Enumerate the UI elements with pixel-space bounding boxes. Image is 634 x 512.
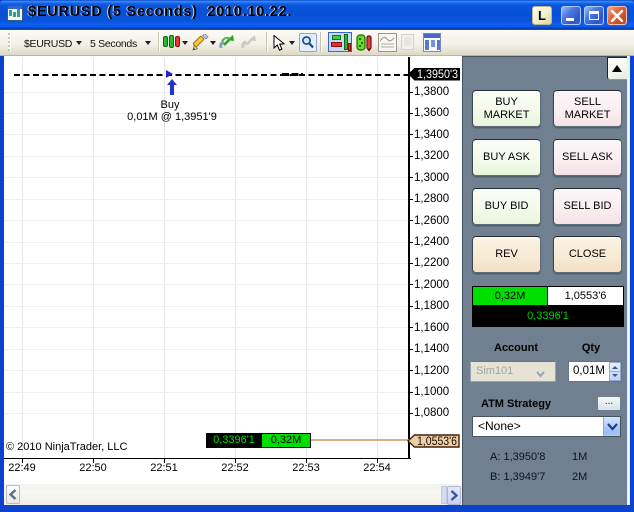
svg-text:1,0553'6: 1,0553'6 (417, 436, 457, 448)
svg-text:1,3950'3: 1,3950'3 (417, 69, 458, 81)
